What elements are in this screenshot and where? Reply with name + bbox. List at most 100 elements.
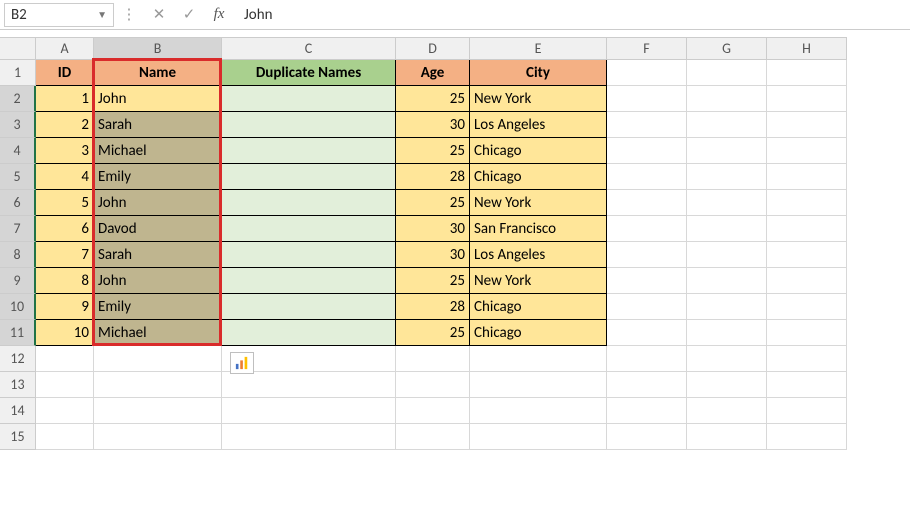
cell-F8[interactable] — [607, 242, 687, 268]
cell-H13[interactable] — [767, 372, 847, 398]
confirm-icon[interactable]: ✓ — [174, 5, 204, 24]
row-header-3[interactable]: 3 — [0, 112, 36, 138]
header-cell-B[interactable]: Name — [94, 60, 222, 86]
cell-H12[interactable] — [767, 346, 847, 372]
cell-B12[interactable] — [94, 346, 222, 372]
cell-E13[interactable] — [470, 372, 607, 398]
cell-A13[interactable] — [36, 372, 94, 398]
cell-B11[interactable]: Michael — [94, 320, 222, 346]
cell-G3[interactable] — [687, 112, 767, 138]
col-header-G[interactable]: G — [687, 38, 767, 60]
cell-E3[interactable]: Los Angeles — [470, 112, 607, 138]
quick-analysis-icon[interactable] — [230, 352, 254, 374]
cell-H2[interactable] — [767, 86, 847, 112]
cell-D13[interactable] — [396, 372, 470, 398]
cell-E2[interactable]: New York — [470, 86, 607, 112]
cell-E8[interactable]: Los Angeles — [470, 242, 607, 268]
cell-G14[interactable] — [687, 398, 767, 424]
cell-C10[interactable] — [222, 294, 396, 320]
cell-E11[interactable]: Chicago — [470, 320, 607, 346]
cell-D3[interactable]: 30 — [396, 112, 470, 138]
cell-C15[interactable] — [222, 424, 396, 450]
cell-G4[interactable] — [687, 138, 767, 164]
cell-E10[interactable]: Chicago — [470, 294, 607, 320]
header-cell-F[interactable] — [607, 60, 687, 86]
cell-B13[interactable] — [94, 372, 222, 398]
cell-F14[interactable] — [607, 398, 687, 424]
cell-G5[interactable] — [687, 164, 767, 190]
cell-F5[interactable] — [607, 164, 687, 190]
cell-B14[interactable] — [94, 398, 222, 424]
row-header-2[interactable]: 2 — [0, 86, 36, 112]
cell-B5[interactable]: Emily — [94, 164, 222, 190]
cell-G10[interactable] — [687, 294, 767, 320]
cell-B10[interactable]: Emily — [94, 294, 222, 320]
name-box[interactable]: B2 ▼ — [4, 3, 114, 27]
cell-H14[interactable] — [767, 398, 847, 424]
cell-E12[interactable] — [470, 346, 607, 372]
cell-D11[interactable]: 25 — [396, 320, 470, 346]
cell-B2[interactable]: John — [94, 86, 222, 112]
cell-H8[interactable] — [767, 242, 847, 268]
cell-H3[interactable] — [767, 112, 847, 138]
cell-F2[interactable] — [607, 86, 687, 112]
cell-H5[interactable] — [767, 164, 847, 190]
cell-F4[interactable] — [607, 138, 687, 164]
col-header-F[interactable]: F — [607, 38, 687, 60]
cell-C6[interactable] — [222, 190, 396, 216]
header-cell-G[interactable] — [687, 60, 767, 86]
cell-F9[interactable] — [607, 268, 687, 294]
cell-D9[interactable]: 25 — [396, 268, 470, 294]
cell-B4[interactable]: Michael — [94, 138, 222, 164]
cell-C5[interactable] — [222, 164, 396, 190]
row-header-15[interactable]: 15 — [0, 424, 36, 450]
cell-C3[interactable] — [222, 112, 396, 138]
row-header-9[interactable]: 9 — [0, 268, 36, 294]
col-header-A[interactable]: A — [36, 38, 94, 60]
cell-E14[interactable] — [470, 398, 607, 424]
cell-A10[interactable]: 9 — [36, 294, 94, 320]
cell-H15[interactable] — [767, 424, 847, 450]
cell-D10[interactable]: 28 — [396, 294, 470, 320]
cell-H4[interactable] — [767, 138, 847, 164]
cancel-icon[interactable]: ✕ — [144, 5, 174, 24]
cell-C9[interactable] — [222, 268, 396, 294]
row-header-5[interactable]: 5 — [0, 164, 36, 190]
cell-H11[interactable] — [767, 320, 847, 346]
cell-H10[interactable] — [767, 294, 847, 320]
row-header-6[interactable]: 6 — [0, 190, 36, 216]
fx-icon[interactable]: fx — [204, 6, 234, 23]
row-header-13[interactable]: 13 — [0, 372, 36, 398]
row-header-8[interactable]: 8 — [0, 242, 36, 268]
header-cell-E[interactable]: City — [470, 60, 607, 86]
cell-B8[interactable]: Sarah — [94, 242, 222, 268]
cell-A15[interactable] — [36, 424, 94, 450]
cell-F15[interactable] — [607, 424, 687, 450]
col-header-B[interactable]: B — [94, 38, 222, 60]
cell-D8[interactable]: 30 — [396, 242, 470, 268]
cell-D5[interactable]: 28 — [396, 164, 470, 190]
cell-F11[interactable] — [607, 320, 687, 346]
cell-E9[interactable]: New York — [470, 268, 607, 294]
row-header-11[interactable]: 11 — [0, 320, 36, 346]
cell-F3[interactable] — [607, 112, 687, 138]
cell-A14[interactable] — [36, 398, 94, 424]
row-header-7[interactable]: 7 — [0, 216, 36, 242]
cell-G12[interactable] — [687, 346, 767, 372]
cell-E6[interactable]: New York — [470, 190, 607, 216]
cell-A11[interactable]: 10 — [36, 320, 94, 346]
cell-B7[interactable]: Davod — [94, 216, 222, 242]
formula-input[interactable]: John — [234, 6, 906, 24]
cell-B9[interactable]: John — [94, 268, 222, 294]
cell-G6[interactable] — [687, 190, 767, 216]
cell-A5[interactable]: 4 — [36, 164, 94, 190]
cell-D6[interactable]: 25 — [396, 190, 470, 216]
cell-D4[interactable]: 25 — [396, 138, 470, 164]
row-header-1[interactable]: 1 — [0, 60, 36, 86]
cell-C11[interactable] — [222, 320, 396, 346]
cell-D15[interactable] — [396, 424, 470, 450]
cell-D7[interactable]: 30 — [396, 216, 470, 242]
cell-C13[interactable] — [222, 372, 396, 398]
cell-A9[interactable]: 8 — [36, 268, 94, 294]
cell-F10[interactable] — [607, 294, 687, 320]
